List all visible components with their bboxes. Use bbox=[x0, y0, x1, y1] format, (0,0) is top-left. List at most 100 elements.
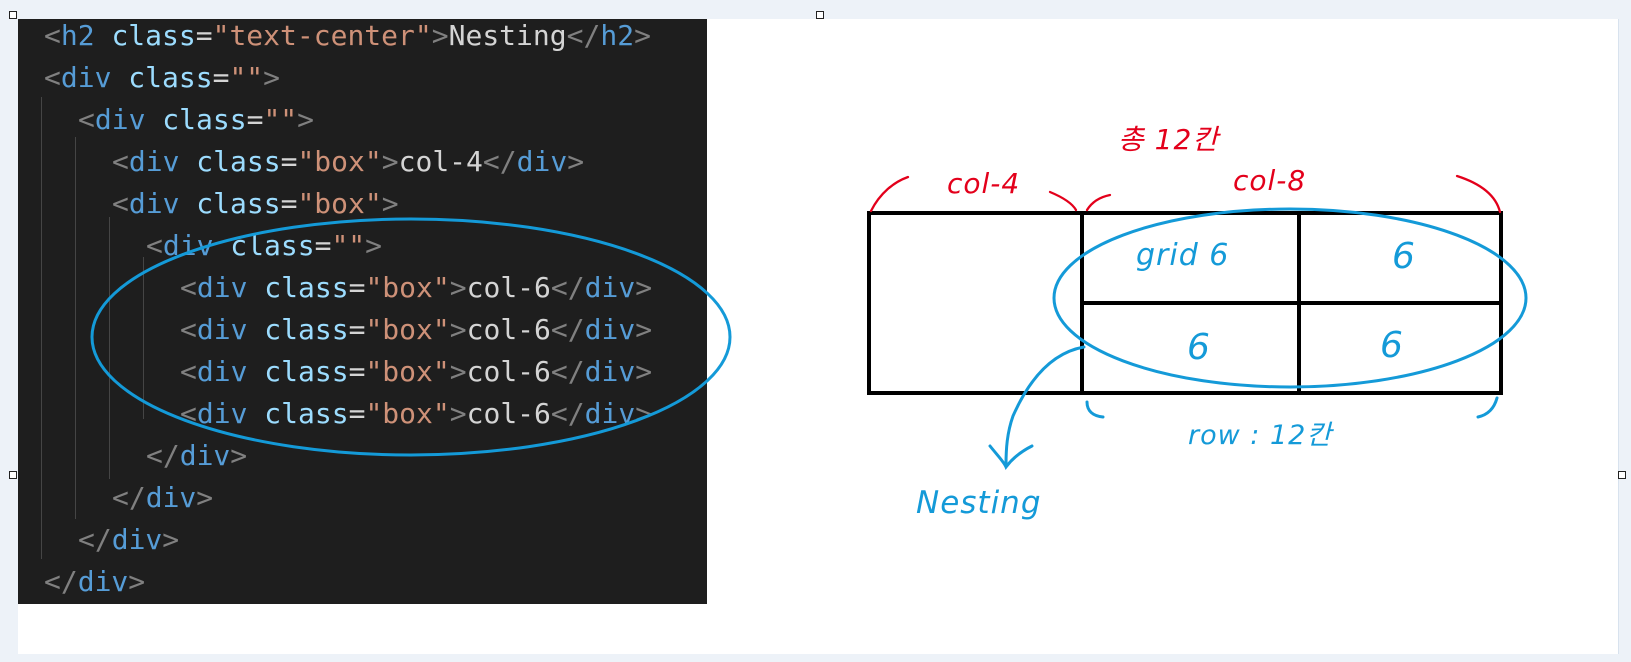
code-token: div bbox=[584, 397, 636, 430]
code-token: </ bbox=[44, 565, 78, 598]
code-token: "text-center" bbox=[212, 19, 432, 52]
code-token: < bbox=[180, 313, 197, 346]
code-token: > bbox=[263, 61, 281, 94]
code-token: > bbox=[634, 19, 651, 52]
code-token: div bbox=[196, 313, 248, 346]
code-token: = bbox=[348, 313, 366, 346]
code-token: > bbox=[635, 271, 653, 304]
code-editor-panel: <h2 class="text-center">Nesting</h2> <div… bbox=[18, 19, 707, 604]
code-line: <h2 class="text-center">Nesting</h2> bbox=[44, 19, 651, 57]
code-token: div bbox=[584, 355, 636, 388]
code-token: > bbox=[449, 271, 467, 304]
code-token: div bbox=[584, 271, 636, 304]
cell-grid-6-label: grid 6 bbox=[1136, 238, 1230, 273]
code-token: = bbox=[280, 187, 298, 220]
code-token: = bbox=[348, 271, 366, 304]
resize-handle-top-center[interactable] bbox=[816, 11, 824, 19]
code-token: = bbox=[280, 145, 298, 178]
code-token: = bbox=[314, 229, 332, 262]
code-token: class bbox=[230, 229, 315, 262]
resize-handle-middle-left[interactable] bbox=[9, 471, 17, 479]
code-token: > bbox=[449, 313, 467, 346]
code-line: <div class=""> bbox=[78, 99, 314, 141]
code-line: </div> bbox=[44, 561, 145, 603]
code-token: div bbox=[162, 229, 214, 262]
code-token: div bbox=[196, 271, 248, 304]
code-line: <div class="box">col-6</div> bbox=[180, 351, 652, 393]
code-line: <div class="box">col-6</div> bbox=[180, 309, 652, 351]
total-columns-label: 총 12칸 bbox=[1118, 123, 1220, 156]
code-token: div bbox=[60, 61, 112, 94]
code-token: class bbox=[196, 187, 281, 220]
code-token: div bbox=[128, 187, 180, 220]
code-token: < bbox=[44, 61, 61, 94]
code-line: </div> bbox=[146, 435, 247, 477]
code-token: class bbox=[264, 313, 349, 346]
code-token: "" bbox=[263, 103, 298, 136]
code-token: > bbox=[365, 229, 383, 262]
cell-6-top-right: 6 bbox=[1392, 236, 1416, 277]
code-token: "box" bbox=[365, 271, 450, 304]
screenshot-canvas: <h2 class="text-center">Nesting</h2> <div… bbox=[0, 0, 1631, 662]
code-token: class bbox=[111, 19, 196, 52]
code-token: div bbox=[111, 523, 163, 556]
code-token: col-6 bbox=[466, 271, 551, 304]
code-token: < bbox=[78, 103, 95, 136]
code-line: <div class="box">col-4</div> bbox=[112, 141, 584, 183]
code-token: col-6 bbox=[466, 355, 551, 388]
code-line: <div class="box">col-6</div> bbox=[180, 267, 652, 309]
indent-guide bbox=[41, 97, 42, 559]
code-token: div bbox=[516, 145, 568, 178]
code-token: > bbox=[635, 313, 653, 346]
code-token: < bbox=[180, 355, 197, 388]
code-token: div bbox=[179, 439, 231, 472]
code-token: > bbox=[381, 145, 399, 178]
code-token: </ bbox=[550, 397, 585, 430]
col8-label: col-8 bbox=[1233, 164, 1307, 197]
code-token: </ bbox=[550, 271, 585, 304]
code-token: class bbox=[264, 355, 349, 388]
code-token: div bbox=[77, 565, 129, 598]
code-token: "" bbox=[229, 61, 264, 94]
code-token: > bbox=[635, 397, 653, 430]
code-token: "box" bbox=[297, 187, 382, 220]
cell-6-bottom-right: 6 bbox=[1380, 325, 1404, 366]
code-token: h2 bbox=[60, 19, 95, 52]
code-token: > bbox=[162, 523, 180, 556]
code-token: </ bbox=[146, 439, 180, 472]
code-token: class bbox=[264, 397, 349, 430]
code-token: col-4 bbox=[398, 145, 483, 178]
col4-label: col-4 bbox=[947, 167, 1021, 200]
code-token: = bbox=[348, 355, 366, 388]
code-token: > bbox=[567, 145, 585, 178]
row-columns-label: row : 12칸 bbox=[1188, 420, 1333, 451]
code-token: "box" bbox=[365, 355, 450, 388]
resize-handle-top-left[interactable] bbox=[9, 11, 17, 19]
code-token: class bbox=[128, 61, 213, 94]
resize-handle-middle-right[interactable] bbox=[1618, 471, 1626, 479]
code-token: > bbox=[635, 355, 653, 388]
code-token: "" bbox=[331, 229, 366, 262]
code-token: </ bbox=[550, 355, 585, 388]
code-token: </ bbox=[112, 481, 146, 514]
code-token: div bbox=[584, 313, 636, 346]
code-token: > bbox=[230, 439, 248, 472]
nesting-label: Nesting bbox=[916, 485, 1042, 521]
code-token: > bbox=[449, 397, 467, 430]
code-token: </ bbox=[566, 19, 601, 52]
code-token: > bbox=[381, 187, 399, 220]
code-token: "box" bbox=[365, 397, 450, 430]
indent-guide bbox=[75, 137, 76, 519]
code-token: = bbox=[212, 61, 230, 94]
code-token: > bbox=[196, 481, 214, 514]
indent-guide bbox=[143, 257, 144, 419]
code-line: <div class="box"> bbox=[112, 183, 399, 225]
code-token: > bbox=[431, 19, 449, 52]
